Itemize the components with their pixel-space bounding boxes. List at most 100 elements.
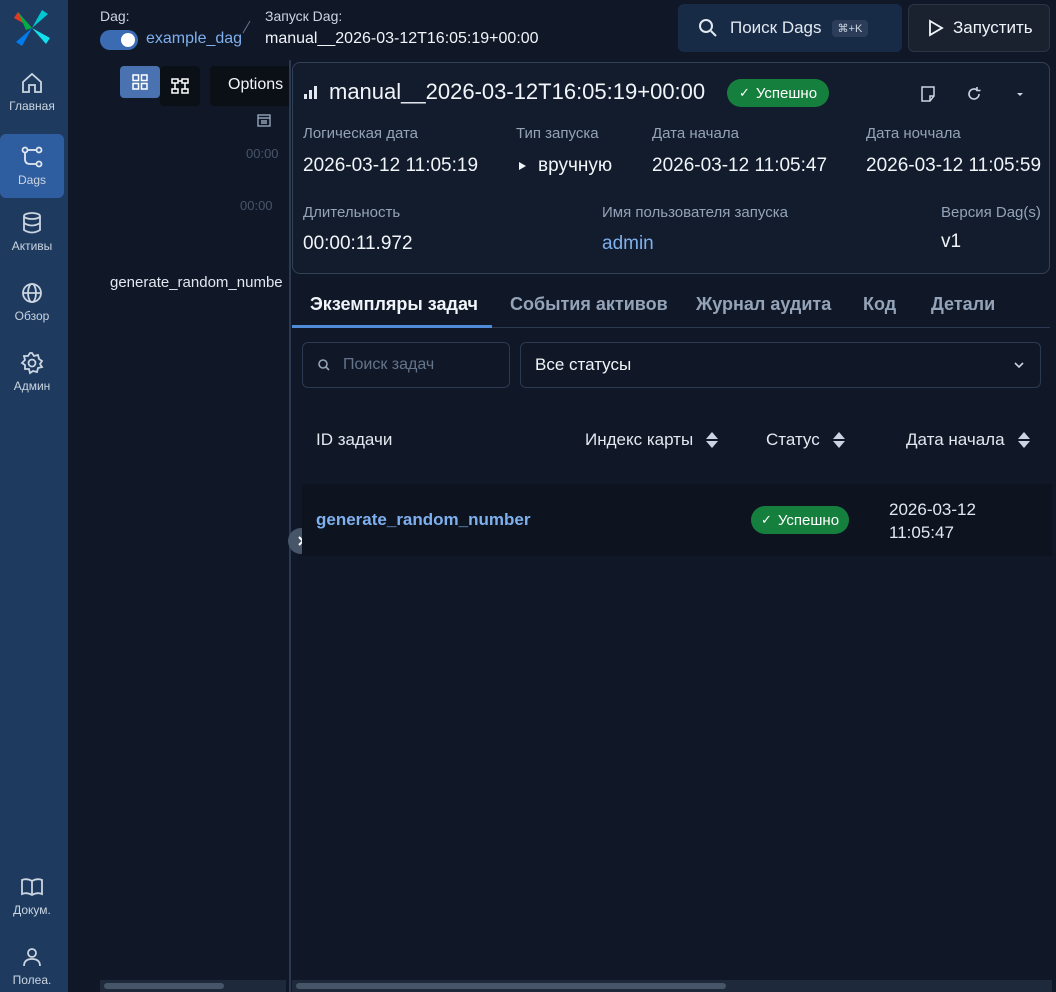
run-status-badge: ✓ Успешно	[727, 79, 830, 107]
breadcrumb-dag-label: Dag:	[100, 8, 130, 24]
sort-icon	[706, 432, 719, 448]
breadcrumb-run-name: manual__2026-03-12T16:05:19+00:00	[265, 30, 539, 47]
sidebar-item-label: Обзор	[14, 309, 50, 323]
graph-view-button[interactable]	[160, 66, 200, 106]
tab-asset-events[interactable]: События активов	[510, 294, 668, 315]
grid-view-button[interactable]	[120, 66, 160, 98]
sidebar-item-label: Главная	[9, 99, 55, 113]
sidebar-item-assets[interactable]: Активы	[0, 200, 64, 264]
database-icon	[23, 212, 41, 234]
sidebar-item-home[interactable]: Главная	[0, 60, 64, 124]
column-header-label: Дата начала	[906, 430, 1005, 449]
sidebar-item-label: Полеа.	[12, 973, 52, 987]
column-header-label: Индекс карты	[585, 430, 694, 449]
dag-pause-toggle[interactable]	[100, 30, 138, 50]
globe-icon	[22, 283, 42, 303]
sidebar-item-dags[interactable]: Dags	[0, 134, 64, 198]
gear-icon	[20, 352, 44, 375]
run-details-card: manual__2026-03-12T16:05:19+00:00 ✓ Успе…	[292, 62, 1050, 274]
keyboard-shortcut: ⌘+K	[831, 19, 869, 37]
task-status-badge: ✓ Успешно	[751, 506, 850, 534]
sidebar-item-label: Dags	[17, 173, 46, 187]
time-tick: 00:00	[246, 146, 279, 161]
search-icon	[699, 19, 717, 37]
grid-task-label[interactable]: generate_random_number	[110, 274, 282, 291]
grid-icon	[132, 74, 148, 90]
triggered-by-link[interactable]: admin	[602, 233, 654, 255]
logical-date-label: Логическая дата	[303, 125, 419, 142]
run-type-value: вручную	[516, 155, 612, 177]
logical-date-value: 2026-03-12 11:05:19	[303, 155, 479, 176]
play-small-icon	[519, 162, 526, 170]
chevron-down-icon[interactable]	[1011, 85, 1029, 103]
status-filter-value: Все статусы	[535, 355, 632, 374]
column-header-map-index[interactable]: Индекс карты	[585, 430, 719, 450]
tab-audit-log[interactable]: Журнал аудита	[696, 294, 831, 315]
table-row: generate_random_number ✓ Успешно 2026-03…	[302, 484, 1052, 556]
refresh-icon[interactable]	[965, 85, 983, 103]
sidebar-item-browse[interactable]: Обзор	[0, 270, 64, 334]
breadcrumb-dag-link[interactable]: example_dag	[146, 30, 242, 48]
sort-icon	[1017, 432, 1030, 448]
column-header-status[interactable]: Статус	[766, 430, 846, 450]
sidebar: Главная Dags Активы Обзор Админ Докум. П…	[0, 0, 68, 992]
task-search-placeholder: Поиск задач	[343, 356, 435, 373]
end-date-label: Дата ноччала	[866, 125, 961, 142]
tab-task-instances[interactable]: Экземпляры задач	[310, 294, 478, 315]
sort-icon	[832, 432, 845, 448]
graph-icon	[171, 78, 189, 94]
calendar-icon[interactable]	[256, 112, 272, 128]
sidebar-item-user[interactable]: Полеа.	[0, 934, 64, 992]
run-status-text: Успешно	[755, 84, 818, 102]
end-date-value: 2026-03-12 11:05:59	[866, 155, 1042, 176]
trigger-button-label: Запустить	[953, 18, 1033, 37]
tab-details[interactable]: Детали	[931, 294, 995, 315]
home-icon	[22, 72, 42, 93]
chevron-down-icon	[1014, 362, 1024, 369]
task-search-input[interactable]: Поиск задач	[302, 342, 510, 388]
grid-panel: Options 00:00 00:00 generate_random_numb…	[68, 56, 290, 992]
options-button[interactable]: Options	[210, 66, 290, 106]
user-icon	[23, 948, 41, 967]
dags-icon	[21, 146, 43, 168]
search-dags-label: Поиск Dags	[730, 18, 822, 37]
dag-version-value: v1	[941, 231, 962, 252]
active-tab-indicator	[292, 325, 492, 328]
run-type-text: вручную	[538, 155, 613, 176]
column-header-task-id[interactable]: ID задачи	[316, 430, 392, 450]
tab-code[interactable]: Код	[863, 294, 896, 315]
airflow-logo-icon[interactable]	[12, 8, 52, 48]
run-type-label: Тип запуска	[516, 125, 599, 142]
breadcrumb-separator	[242, 20, 251, 34]
duration-value: 00:00:11.972	[303, 233, 413, 254]
run-title: manual__2026-03-12T16:05:19+00:00	[303, 79, 705, 105]
trigger-button[interactable]: Запустить	[908, 4, 1050, 52]
scroll-thumb[interactable]	[104, 983, 224, 989]
task-start-date-line: 11:05:47	[889, 523, 954, 542]
sidebar-item-admin[interactable]: Админ	[0, 340, 64, 404]
dag-version-label: Версия Dag(s)	[941, 204, 1041, 221]
sidebar-item-label: Админ	[13, 379, 51, 393]
breadcrumb-run-label: Запуск Dag:	[265, 8, 343, 24]
note-icon[interactable]	[919, 85, 937, 103]
sidebar-item-label: Активы	[11, 239, 53, 253]
task-id-link[interactable]: generate_random_number	[316, 510, 530, 530]
task-start-date-line: 2026-03-12	[889, 500, 976, 519]
panel-divider[interactable]	[289, 60, 291, 992]
task-status-text: Успешно	[777, 511, 840, 529]
search-icon	[318, 359, 330, 371]
signal-bars-icon	[304, 86, 317, 99]
left-horizontal-scrollbar[interactable]	[100, 980, 286, 992]
book-icon	[21, 878, 43, 897]
right-horizontal-scrollbar[interactable]	[292, 980, 1052, 992]
check-icon: ✓	[761, 512, 772, 527]
toggle-knob	[121, 33, 135, 47]
sidebar-item-label: Докум.	[13, 903, 51, 917]
start-date-value: 2026-03-12 11:05:47	[652, 155, 828, 176]
run-tabs: Экземпляры задач События активов Журнал …	[292, 282, 1050, 328]
search-dags-button[interactable]: Поиск Dags ⌘+K	[678, 4, 902, 52]
status-filter-select[interactable]: Все статусы	[520, 342, 1041, 388]
scroll-thumb[interactable]	[296, 983, 726, 989]
column-header-start-date[interactable]: Дата начала	[906, 430, 1031, 450]
sidebar-item-docs[interactable]: Докум.	[0, 864, 64, 928]
